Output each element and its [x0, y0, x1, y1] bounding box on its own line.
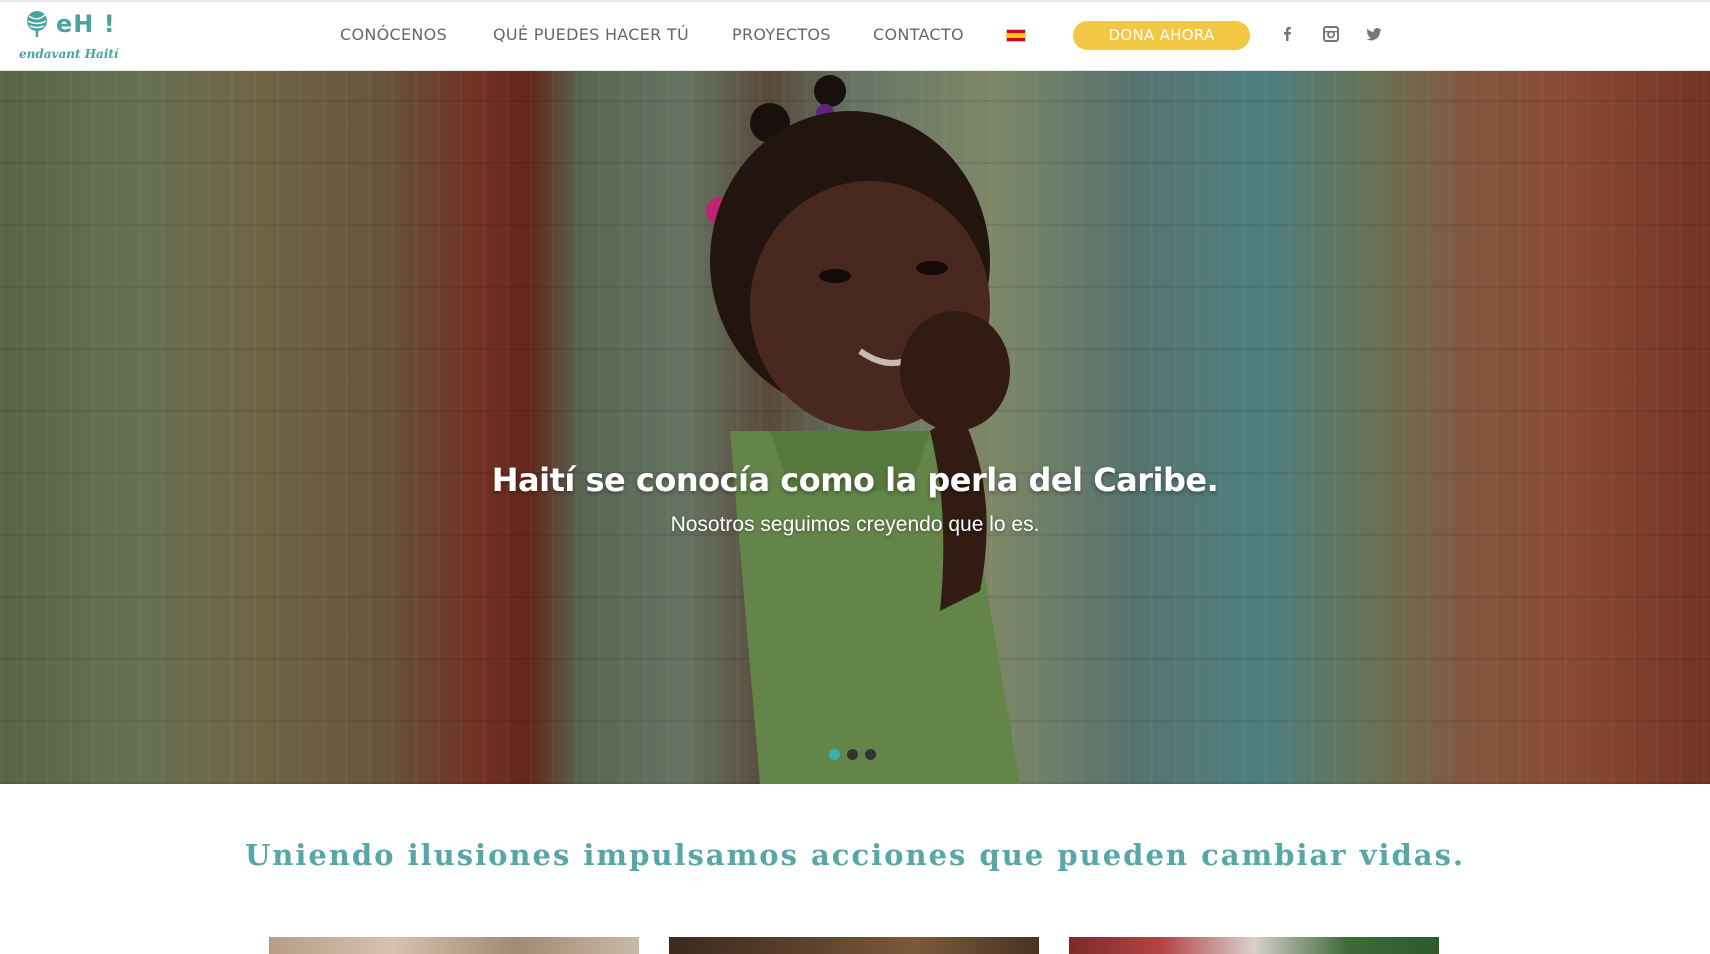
site-logo[interactable]: eH ! endavant Haití	[18, 8, 119, 66]
leaf-icon	[27, 11, 47, 37]
hero-title: Haití se conocía como la perla del Carib…	[491, 461, 1219, 499]
spain-flag-icon[interactable]	[1006, 29, 1026, 42]
nav-item-proyectos[interactable]: PROYECTOS	[732, 25, 831, 44]
project-card-image-2[interactable]	[669, 937, 1039, 954]
nav-item-contacto[interactable]: CONTACTO	[873, 25, 964, 44]
project-card-image-3[interactable]	[1069, 937, 1439, 954]
slider-dot-1[interactable]	[829, 749, 840, 760]
slider-dot-3[interactable]	[865, 749, 876, 760]
site-header: eH ! endavant Haití CONÓCENOS QUÉ PUEDES…	[0, 0, 1710, 71]
logo-sub-text: endavant Haití	[19, 47, 119, 61]
project-card-image-1[interactable]	[269, 937, 639, 954]
hero-subtitle: Nosotros seguimos creyendo que lo es.	[670, 513, 1040, 536]
instagram-icon[interactable]	[1321, 24, 1341, 44]
slider-dot-2[interactable]	[847, 749, 858, 760]
hero-slider[interactable]: Haití se conocía como la perla del Carib…	[0, 71, 1710, 784]
facebook-icon[interactable]	[1277, 24, 1297, 44]
section-tagline: Uniendo ilusiones impulsamos acciones qu…	[244, 838, 1466, 872]
nav-item-que-puedes-hacer[interactable]: QUÉ PUEDES HACER TÚ	[493, 25, 689, 44]
donate-button[interactable]: DONA AHORA	[1073, 21, 1250, 50]
twitter-icon[interactable]	[1364, 24, 1384, 44]
nav-item-conocenos[interactable]: CONÓCENOS	[340, 25, 447, 44]
logo-main-text: eH !	[56, 10, 116, 38]
